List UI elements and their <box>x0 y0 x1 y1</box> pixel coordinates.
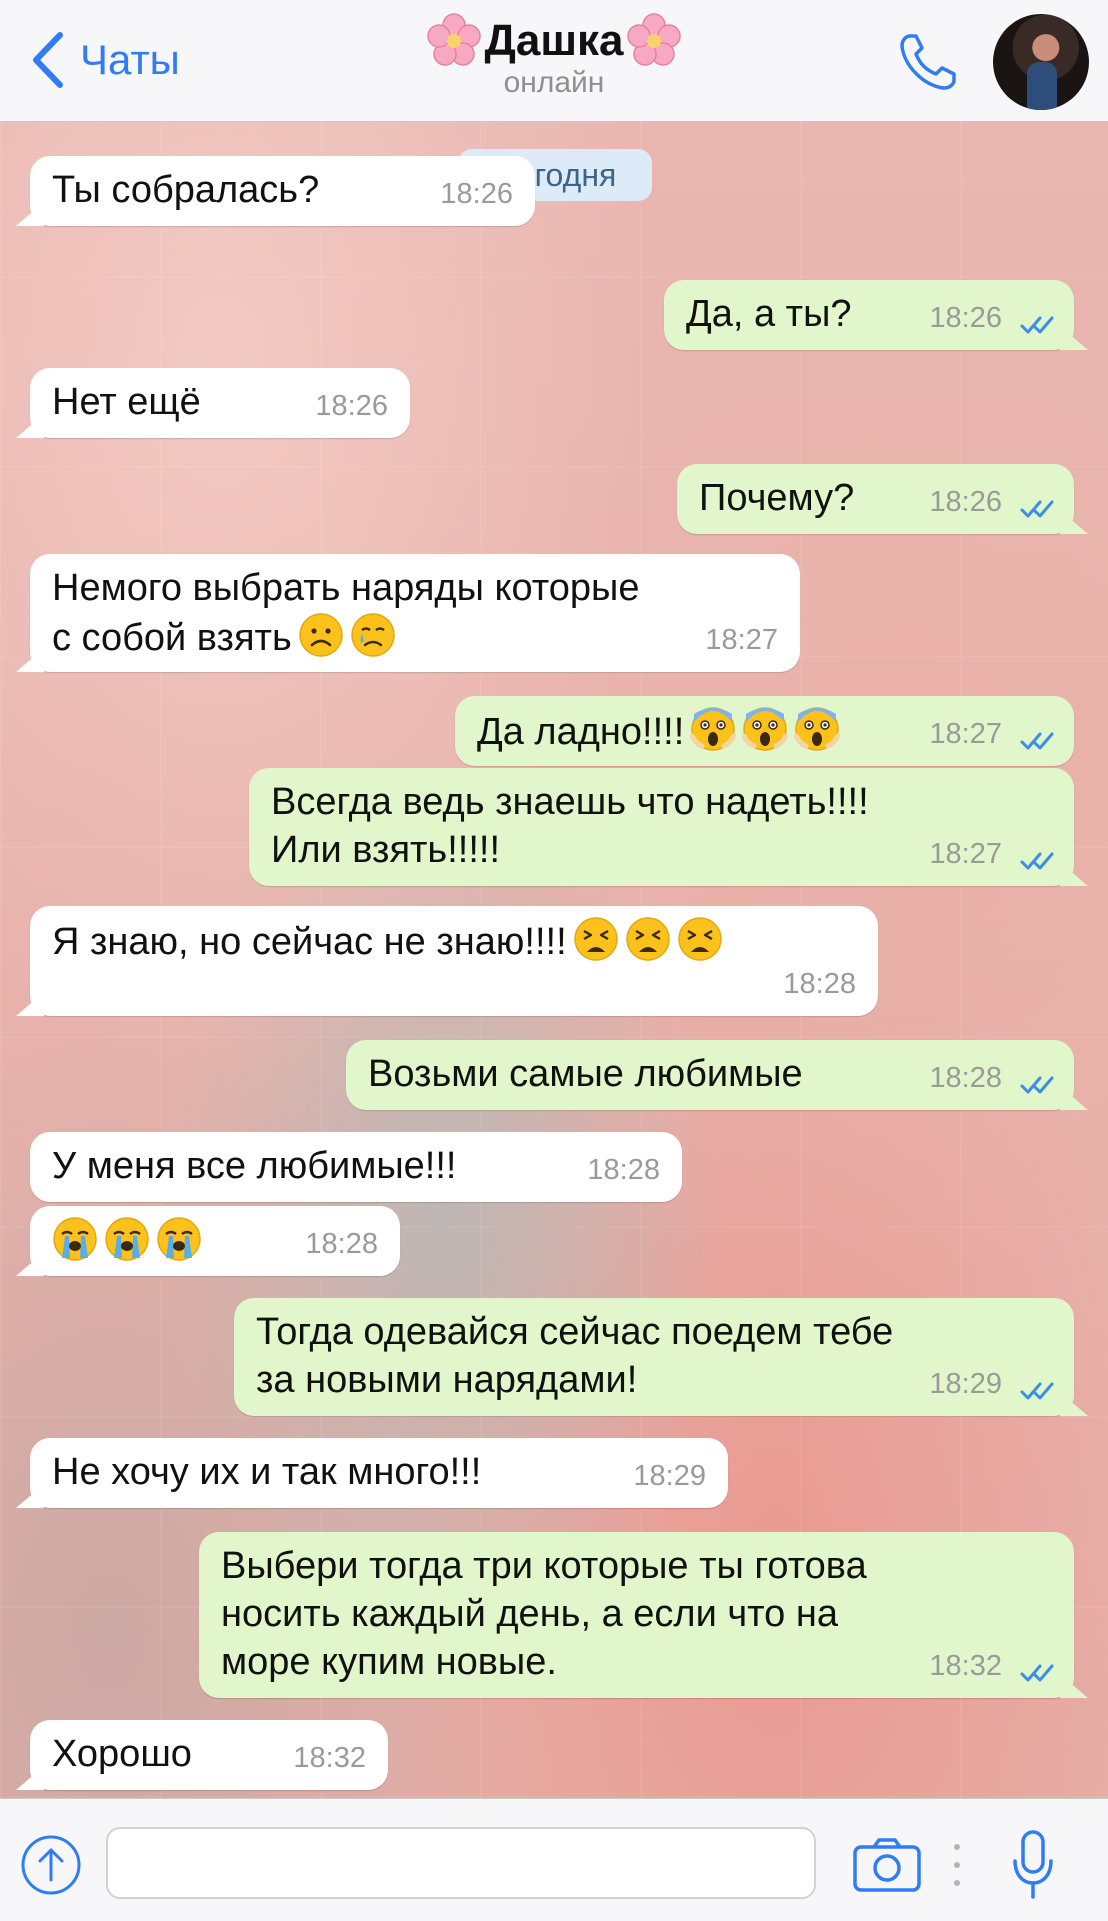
message-list[interactable]: Сегодня Ты собралась? 18:26 Да, а ты? 18:26… <box>0 122 1108 1798</box>
message-text: Хорошо <box>52 1733 192 1775</box>
microphone-icon[interactable] <box>1010 1829 1056 1901</box>
message-text: Я знаю, но сейчас не знаю!!!! <box>52 921 567 963</box>
back-label: Чаты <box>80 36 180 83</box>
incoming-message[interactable]: Хорошо 18:32 <box>30 1720 388 1790</box>
incoming-message[interactable]: Не хочу их и так много!!! 18:29 <box>30 1438 728 1508</box>
message-time: 18:32 <box>929 1650 1002 1682</box>
camera-icon[interactable] <box>852 1837 922 1893</box>
frowning-face-icon <box>299 613 343 657</box>
contact-name: Дашка <box>484 16 624 65</box>
message-text: У меня все любимые!!! <box>52 1145 457 1187</box>
outgoing-message[interactable]: Всегда ведь знаешь что надеть!!!! Или вз… <box>249 768 1074 886</box>
message-time: 18:28 <box>783 968 856 1000</box>
message-input[interactable] <box>106 1827 816 1899</box>
contact-info[interactable]: Дашка онлайн <box>354 12 754 100</box>
message-time: 18:32 <box>293 1742 366 1774</box>
read-receipt-icon <box>1020 1382 1054 1400</box>
loudly-crying-face-icon <box>157 1217 201 1261</box>
message-text: Всегда ведь знаешь что надеть!!!! Или вз… <box>271 781 869 871</box>
chat-header: Чаты Дашка онлайн <box>0 0 1108 122</box>
message-time: 18:29 <box>633 1460 706 1492</box>
screaming-face-icon <box>742 707 789 751</box>
crying-face-icon <box>351 613 395 657</box>
loudly-crying-face-icon <box>53 1217 97 1261</box>
contact-status: онлайн <box>503 66 605 99</box>
message-body: У меня все любимые!!! <box>52 1142 660 1190</box>
read-receipt-icon <box>1020 316 1054 334</box>
outgoing-message[interactable]: Почему? 18:26 <box>677 464 1074 534</box>
screaming-face-icon <box>794 707 841 751</box>
read-receipt-icon <box>1020 732 1054 750</box>
read-receipt-icon <box>1020 500 1054 518</box>
tired-face-icon <box>677 917 722 961</box>
input-bar <box>0 1798 1108 1921</box>
message-text: Немого выбрать наряды которые с собой вз… <box>52 567 640 659</box>
message-text: Возьми самые любимые <box>368 1053 803 1095</box>
message-time: 18:27 <box>929 838 1002 870</box>
message-time: 18:26 <box>315 390 388 422</box>
message-text: Ты собралась? <box>52 169 320 211</box>
message-text: Почему? <box>699 477 855 519</box>
incoming-message[interactable]: Я знаю, но сейчас не знаю!!!! 18:28 <box>30 906 878 1016</box>
message-time: 18:26 <box>440 178 513 210</box>
message-time: 18:28 <box>929 1062 1002 1094</box>
message-time: 18:27 <box>929 718 1002 750</box>
cherry-blossom-icon <box>426 13 481 66</box>
message-body: Выбери тогда три которые ты готова носит… <box>221 1542 1052 1686</box>
outgoing-message[interactable]: Да, а ты? 18:26 <box>664 280 1074 350</box>
phone-call-icon[interactable] <box>896 30 960 94</box>
message-body: Я знаю, но сейчас не знаю!!!! <box>52 916 856 966</box>
loudly-crying-face-icon <box>105 1217 149 1261</box>
message-text: Выбери тогда три которые ты готова носит… <box>221 1545 867 1683</box>
avatar[interactable] <box>993 14 1089 110</box>
message-time: 18:27 <box>705 624 778 656</box>
read-receipt-icon <box>1020 1664 1054 1682</box>
separator-dots <box>954 1844 960 1886</box>
incoming-message[interactable]: Ты собралась? 18:26 <box>30 156 535 226</box>
tired-face-icon <box>573 917 618 961</box>
message-time: 18:26 <box>929 486 1002 518</box>
message-text: Да ладно!!!! <box>477 711 685 753</box>
message-time: 18:28 <box>587 1154 660 1186</box>
outgoing-message[interactable]: Возьми самые любимые 18:28 <box>346 1040 1074 1110</box>
outgoing-message[interactable]: Да ладно!!!! 18:27 <box>455 696 1074 766</box>
outgoing-message[interactable]: Тогда одевайся сейчас поедем тебе за нов… <box>234 1298 1074 1416</box>
outgoing-message[interactable]: Выбери тогда три которые ты готова носит… <box>199 1532 1074 1698</box>
message-time: 18:26 <box>929 302 1002 334</box>
chevron-left-icon <box>33 32 63 88</box>
message-text: Тогда одевайся сейчас поедем тебе за нов… <box>256 1311 894 1401</box>
cherry-blossom-icon <box>627 13 682 66</box>
message-time: 18:28 <box>305 1228 378 1260</box>
tired-face-icon <box>625 917 670 961</box>
read-receipt-icon <box>1020 852 1054 870</box>
read-receipt-icon <box>1020 1076 1054 1094</box>
message-text: Не хочу их и так много!!! <box>52 1451 482 1493</box>
message-body: Не хочу их и так много!!! <box>52 1448 706 1496</box>
incoming-message[interactable]: 18:28 <box>30 1206 400 1276</box>
message-time: 18:29 <box>929 1368 1002 1400</box>
message-text: Нет ещё <box>52 381 201 423</box>
message-text: Да, а ты? <box>686 293 852 335</box>
share-icon[interactable] <box>20 1834 82 1896</box>
incoming-message[interactable]: Нет ещё 18:26 <box>30 368 410 438</box>
incoming-message[interactable]: У меня все любимые!!! 18:28 <box>30 1132 682 1202</box>
message-body: Немого выбрать наряды которые с собой вз… <box>52 564 778 662</box>
screaming-face-icon <box>690 707 737 751</box>
incoming-message[interactable]: Немого выбрать наряды которые с собой вз… <box>30 554 800 672</box>
back-button[interactable]: Чаты <box>30 30 180 90</box>
